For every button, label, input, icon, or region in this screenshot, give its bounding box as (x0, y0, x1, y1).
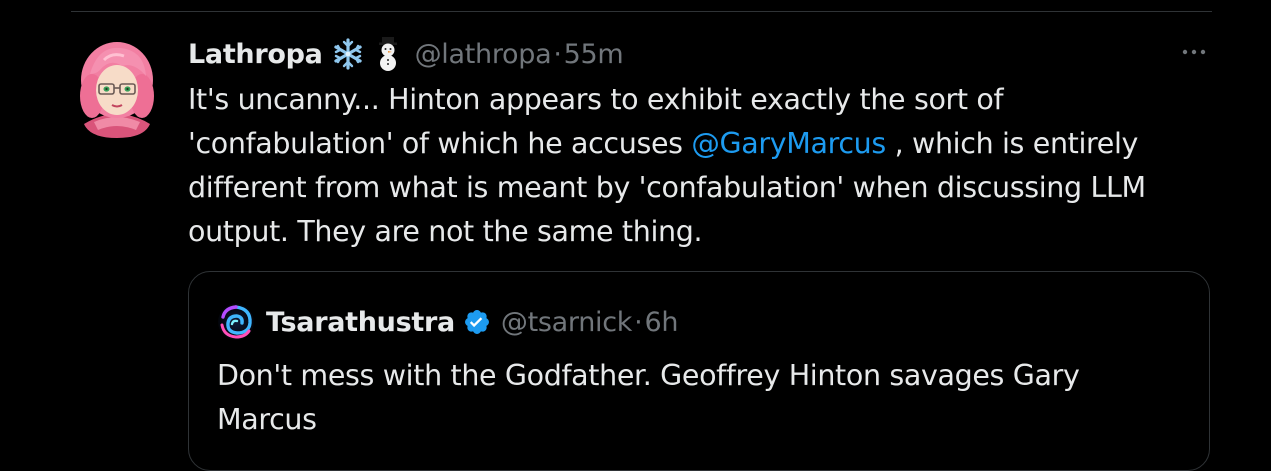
quoted-author-display-name[interactable]: Tsarathustra (266, 307, 455, 338)
quoted-separator-dot: · (634, 306, 643, 338)
mention-link[interactable]: @GaryMarcus (691, 127, 886, 160)
verified-badge-icon (463, 308, 491, 336)
author-avatar[interactable] (78, 38, 156, 138)
quoted-tweet-timestamp[interactable]: 6h (644, 307, 678, 338)
quoted-author-avatar[interactable] (217, 303, 255, 341)
snowman-icon (371, 37, 405, 71)
top-divider (71, 11, 1212, 12)
swirl-logo-icon (218, 304, 254, 340)
tweet-timestamp[interactable]: 55m (564, 39, 624, 70)
quoted-author-handle[interactable]: @tsarnick (501, 307, 633, 338)
tweet-text: It's uncanny... Hinton appears to exhibi… (188, 78, 1198, 254)
quoted-tweet-card[interactable]: Tsarathustra @tsarnick · 6h Don't mess w… (188, 271, 1210, 471)
author-display-name[interactable]: Lathropa (188, 39, 323, 70)
avatar-illustration (80, 42, 154, 138)
quoted-tweet-text: Don't mess with the Godfather. Geoffrey … (217, 359, 1080, 436)
separator-dot: · (553, 38, 562, 70)
quoted-tweet-header: Tsarathustra @tsarnick · 6h (217, 302, 678, 342)
more-options-button[interactable] (1176, 42, 1212, 62)
ellipsis-icon (1182, 49, 1206, 55)
tweet-header: Lathropa @lathropa · 55m (188, 34, 624, 74)
snowflake-icon (331, 37, 365, 71)
author-handle[interactable]: @lathropa (415, 39, 552, 70)
